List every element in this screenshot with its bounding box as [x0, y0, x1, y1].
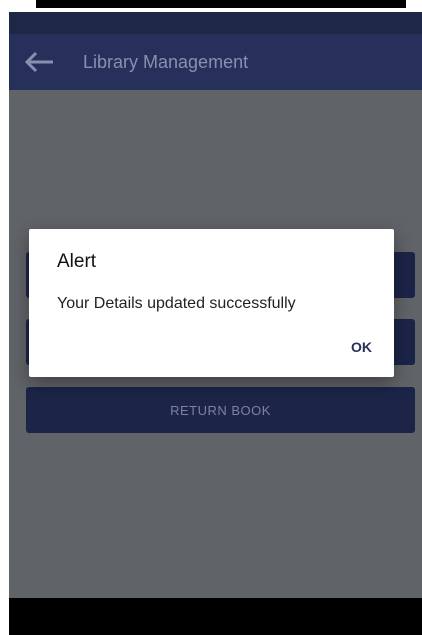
dialog-title: Alert — [57, 251, 97, 272]
back-button[interactable] — [9, 34, 69, 90]
ok-button[interactable]: OK — [351, 339, 372, 355]
top-strip — [36, 0, 406, 8]
app-bar: Library Management — [9, 34, 422, 90]
arrow-left-icon — [24, 51, 53, 73]
status-bar — [9, 12, 422, 34]
return-book-button[interactable]: RETURN BOOK — [26, 387, 415, 433]
dialog-message: Your Details updated successfully — [57, 295, 296, 312]
navigation-bar — [9, 598, 422, 635]
screenshot-frame: Library Management RETURN BOOK Alert You… — [0, 0, 422, 635]
alert-dialog: Alert Your Details updated successfully … — [29, 229, 394, 377]
app-title: Library Management — [83, 51, 249, 72]
